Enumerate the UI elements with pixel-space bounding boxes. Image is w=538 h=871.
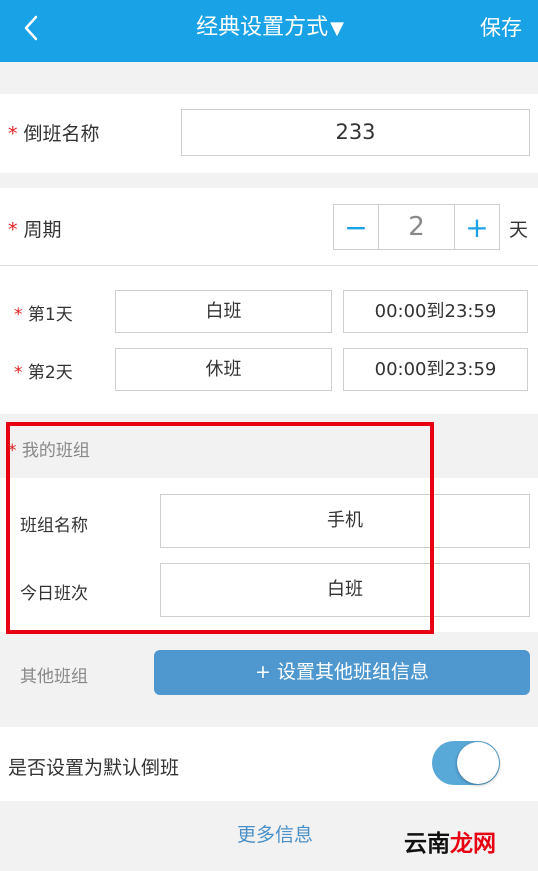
day-shift-select[interactable]: 白班 bbox=[115, 290, 332, 333]
shift-name-input[interactable]: 233 bbox=[181, 109, 530, 156]
required-mark: * bbox=[14, 363, 23, 383]
page-title-dropdown[interactable]: 经典设置方式 ▼ bbox=[150, 10, 390, 46]
set-other-group-button[interactable]: + 设置其他班组信息 bbox=[154, 650, 530, 695]
save-button[interactable]: 保存 bbox=[480, 10, 536, 46]
highlight-annotation-box bbox=[6, 422, 434, 634]
required-mark: * bbox=[8, 123, 18, 145]
dropdown-caret-icon: ▼ bbox=[330, 18, 344, 39]
default-toggle[interactable] bbox=[432, 741, 500, 785]
shift-name-label: * 倒班名称 bbox=[8, 123, 100, 145]
more-info-link[interactable]: 更多信息 bbox=[200, 820, 350, 850]
other-group-label: 其他班组 bbox=[20, 667, 88, 687]
required-mark: * bbox=[14, 305, 23, 325]
watermark-logo: 云南龙网 bbox=[404, 831, 496, 857]
divider bbox=[0, 265, 538, 266]
day-time-range[interactable]: 00:00到23:59 bbox=[343, 348, 528, 391]
page-title: 经典设置方式 bbox=[196, 15, 329, 40]
chevron-left-icon bbox=[24, 15, 38, 41]
day-shift-select[interactable]: 休班 bbox=[115, 348, 332, 391]
decrement-button[interactable]: − bbox=[334, 205, 378, 249]
day-label: * 第1天 bbox=[14, 305, 73, 325]
period-unit: 天 bbox=[509, 219, 529, 241]
period-label: * 周期 bbox=[8, 219, 62, 241]
day-time-range[interactable]: 00:00到23:59 bbox=[343, 290, 528, 333]
increment-button[interactable]: + bbox=[455, 205, 499, 249]
default-setting-label: 是否设置为默认倒班 bbox=[8, 757, 180, 779]
period-value[interactable]: 2 bbox=[378, 205, 455, 249]
required-mark: * bbox=[8, 219, 18, 241]
toggle-knob bbox=[457, 742, 499, 784]
day-label: * 第2天 bbox=[14, 363, 73, 383]
period-stepper: − 2 + bbox=[333, 204, 500, 250]
back-button[interactable] bbox=[18, 10, 48, 46]
